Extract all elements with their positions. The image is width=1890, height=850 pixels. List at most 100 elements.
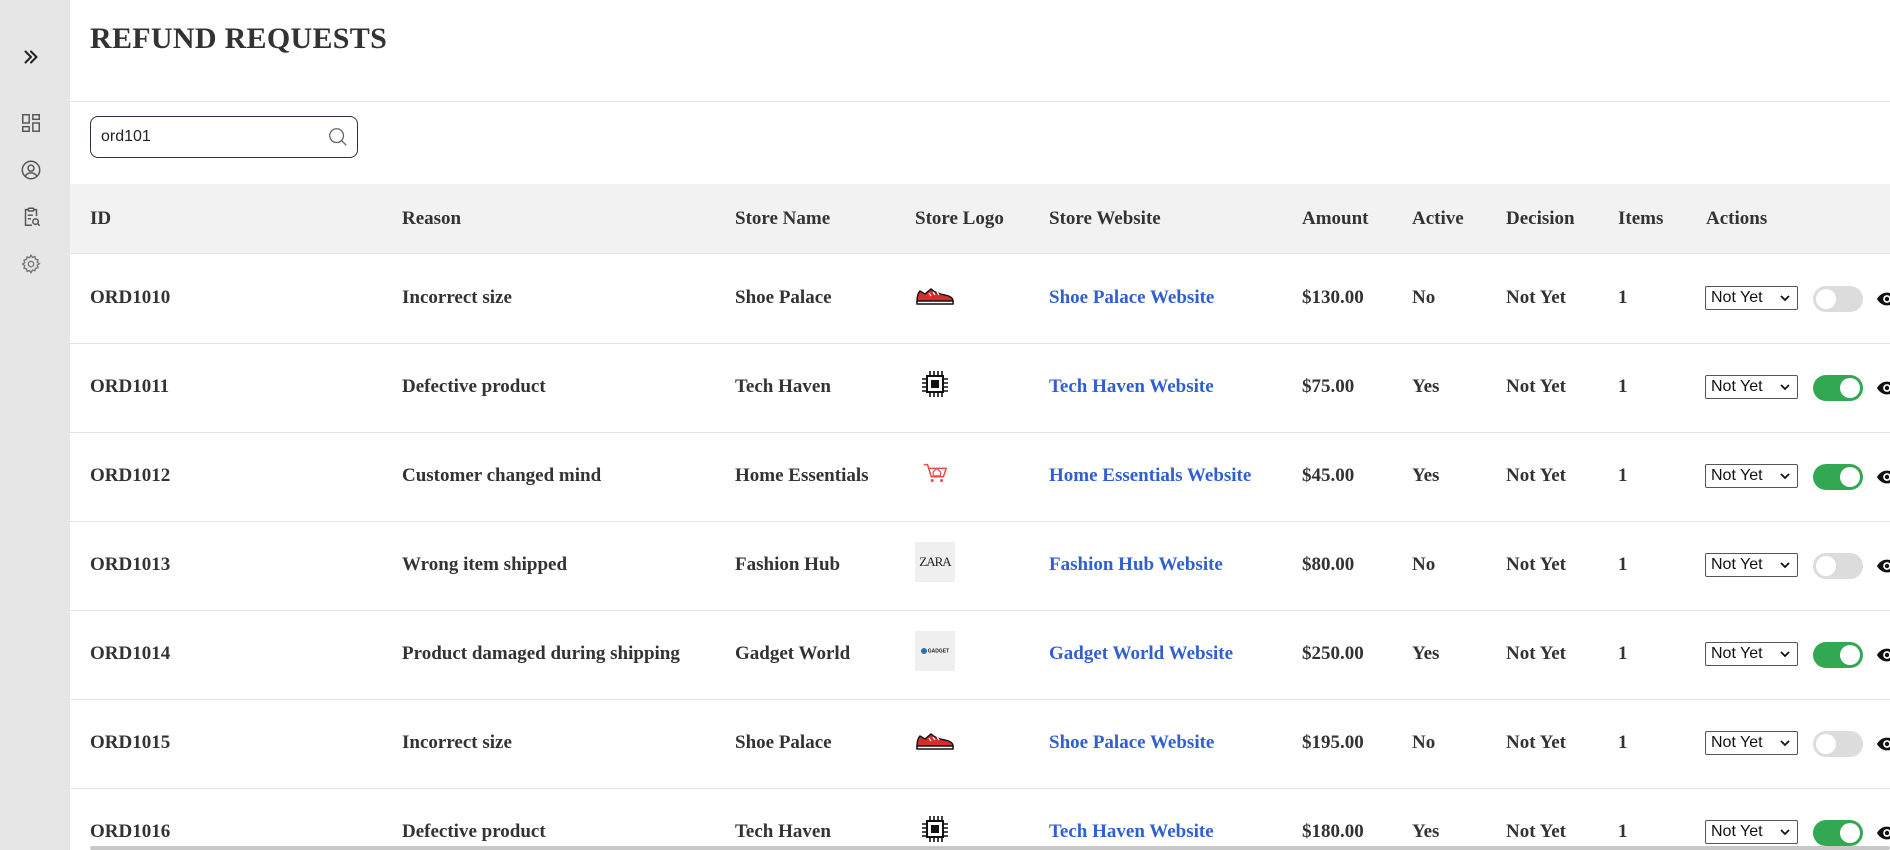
store-website-link[interactable]: Shoe Palace Website — [1049, 287, 1214, 309]
col-header-store-name[interactable]: Store Name — [735, 208, 830, 230]
view-eye-icon[interactable] — [1876, 466, 1890, 488]
store-website-link[interactable]: Tech Haven Website — [1049, 376, 1214, 398]
cell-amount: $75.00 — [1302, 376, 1355, 397]
cell-items: 1 — [1618, 643, 1628, 664]
active-toggle[interactable] — [1813, 553, 1863, 579]
decision-select-value: Not Yet — [1711, 734, 1763, 751]
cell-items: 1 — [1618, 732, 1628, 753]
table-row-ord1012: ORD1012 Customer changed mind Home Essen… — [70, 433, 1890, 522]
main-content: REFUND REQUESTS ID Reason Store Name Sto… — [70, 0, 1890, 850]
cell-id: ORD1012 — [90, 465, 171, 486]
store-website-link[interactable]: Fashion Hub Website — [1049, 554, 1223, 576]
search-input[interactable] — [101, 125, 321, 149]
cell-active: Yes — [1412, 376, 1440, 397]
decision-select[interactable]: Not Yet — [1705, 553, 1798, 577]
cell-id: ORD1015 — [90, 732, 171, 753]
cell-decision: Not Yet — [1506, 376, 1566, 397]
col-header-items[interactable]: Items — [1618, 208, 1663, 230]
cell-store-name: Shoe Palace — [735, 732, 832, 753]
store-website-link[interactable]: Gadget World Website — [1049, 643, 1233, 665]
cell-items: 1 — [1618, 554, 1628, 575]
dashboard-icon[interactable] — [19, 111, 43, 135]
active-toggle[interactable] — [1813, 731, 1863, 757]
toggle-knob — [1816, 289, 1836, 309]
cell-active: Yes — [1412, 465, 1440, 486]
store-logo — [915, 453, 955, 493]
cell-id: ORD1014 — [90, 643, 171, 664]
search-box — [90, 116, 358, 158]
decision-select-value: Not Yet — [1711, 467, 1763, 484]
cell-reason: Product damaged during shipping — [402, 643, 680, 664]
store-website-link[interactable]: Shoe Palace Website — [1049, 732, 1214, 754]
cell-reason: Incorrect size — [402, 732, 512, 753]
cell-decision: Not Yet — [1506, 643, 1566, 664]
decision-select[interactable]: Not Yet — [1705, 464, 1798, 488]
cell-active: No — [1412, 554, 1436, 575]
cell-reason: Wrong item shipped — [402, 554, 568, 575]
store-website-link[interactable]: Tech Haven Website — [1049, 821, 1214, 843]
active-toggle[interactable] — [1813, 286, 1863, 312]
view-eye-icon[interactable] — [1876, 288, 1890, 310]
table-row-ord1011: ORD1011 Defective product Tech Haven Tec… — [70, 344, 1890, 433]
cell-reason: Customer changed mind — [402, 465, 602, 486]
cell-active: No — [1412, 287, 1436, 308]
cell-decision: Not Yet — [1506, 732, 1566, 753]
horizontal-scrollbar[interactable] — [90, 846, 1890, 850]
view-eye-icon[interactable] — [1876, 555, 1890, 577]
cell-items: 1 — [1618, 376, 1628, 397]
clipboard-search-icon[interactable] — [19, 205, 43, 229]
col-header-actions: Actions — [1706, 208, 1768, 229]
cell-items: 1 — [1618, 287, 1628, 308]
search-icon[interactable] — [327, 126, 349, 148]
cell-active: Yes — [1412, 643, 1440, 664]
active-toggle[interactable] — [1813, 642, 1863, 668]
user-circle-icon[interactable] — [19, 158, 43, 182]
toggle-knob — [1840, 378, 1860, 398]
table-row-ord1016: ORD1016 Defective product Tech Haven Tec… — [70, 789, 1890, 850]
store-logo — [915, 275, 955, 315]
col-header-store-website[interactable]: Store Website — [1049, 208, 1161, 230]
chevron-down-icon — [1780, 384, 1790, 391]
cell-store-name: Gadget World — [735, 643, 851, 664]
col-header-reason[interactable]: Reason — [402, 208, 461, 230]
cell-decision: Not Yet — [1506, 821, 1566, 842]
decision-select-value: Not Yet — [1711, 556, 1763, 573]
cell-store-name: Tech Haven — [735, 376, 831, 397]
chip-icon — [922, 816, 948, 842]
decision-select[interactable]: Not Yet — [1705, 731, 1798, 755]
title-divider — [70, 101, 1890, 102]
active-toggle[interactable] — [1813, 464, 1863, 490]
view-eye-icon[interactable] — [1876, 377, 1890, 399]
col-header-store-logo[interactable]: Store Logo — [915, 208, 1004, 230]
cell-decision: Not Yet — [1506, 287, 1566, 308]
col-header-decision[interactable]: Decision — [1506, 208, 1575, 230]
cell-amount: $130.00 — [1302, 287, 1364, 308]
cell-items: 1 — [1618, 821, 1628, 842]
expand-sidebar-icon[interactable] — [19, 45, 43, 69]
col-header-amount[interactable]: Amount — [1302, 208, 1369, 230]
cell-active: Yes — [1412, 821, 1440, 842]
cell-decision: Not Yet — [1506, 554, 1566, 575]
sidebar — [0, 0, 70, 850]
view-eye-icon[interactable] — [1876, 644, 1890, 666]
view-eye-icon[interactable] — [1876, 822, 1890, 844]
gadget-logo-text: GADGET — [920, 647, 949, 654]
table-row-ord1014: ORD1014 Product damaged during shipping … — [70, 611, 1890, 700]
view-eye-icon[interactable] — [1876, 733, 1890, 755]
col-header-id[interactable]: ID — [90, 208, 111, 230]
chevron-down-icon — [1780, 651, 1790, 658]
decision-select[interactable]: Not Yet — [1705, 820, 1798, 844]
store-website-link[interactable]: Home Essentials Website — [1049, 465, 1251, 487]
cell-amount: $180.00 — [1302, 821, 1364, 842]
decision-select[interactable]: Not Yet — [1705, 286, 1798, 310]
chevron-down-icon — [1780, 295, 1790, 302]
cell-amount: $80.00 — [1302, 554, 1355, 575]
cell-store-name: Tech Haven — [735, 821, 831, 842]
decision-select[interactable]: Not Yet — [1705, 642, 1798, 666]
decision-select[interactable]: Not Yet — [1705, 375, 1798, 399]
active-toggle[interactable] — [1813, 375, 1863, 401]
gear-icon[interactable] — [19, 252, 43, 276]
cell-id: ORD1011 — [90, 376, 170, 397]
col-header-active[interactable]: Active — [1412, 208, 1464, 230]
active-toggle[interactable] — [1813, 820, 1863, 846]
